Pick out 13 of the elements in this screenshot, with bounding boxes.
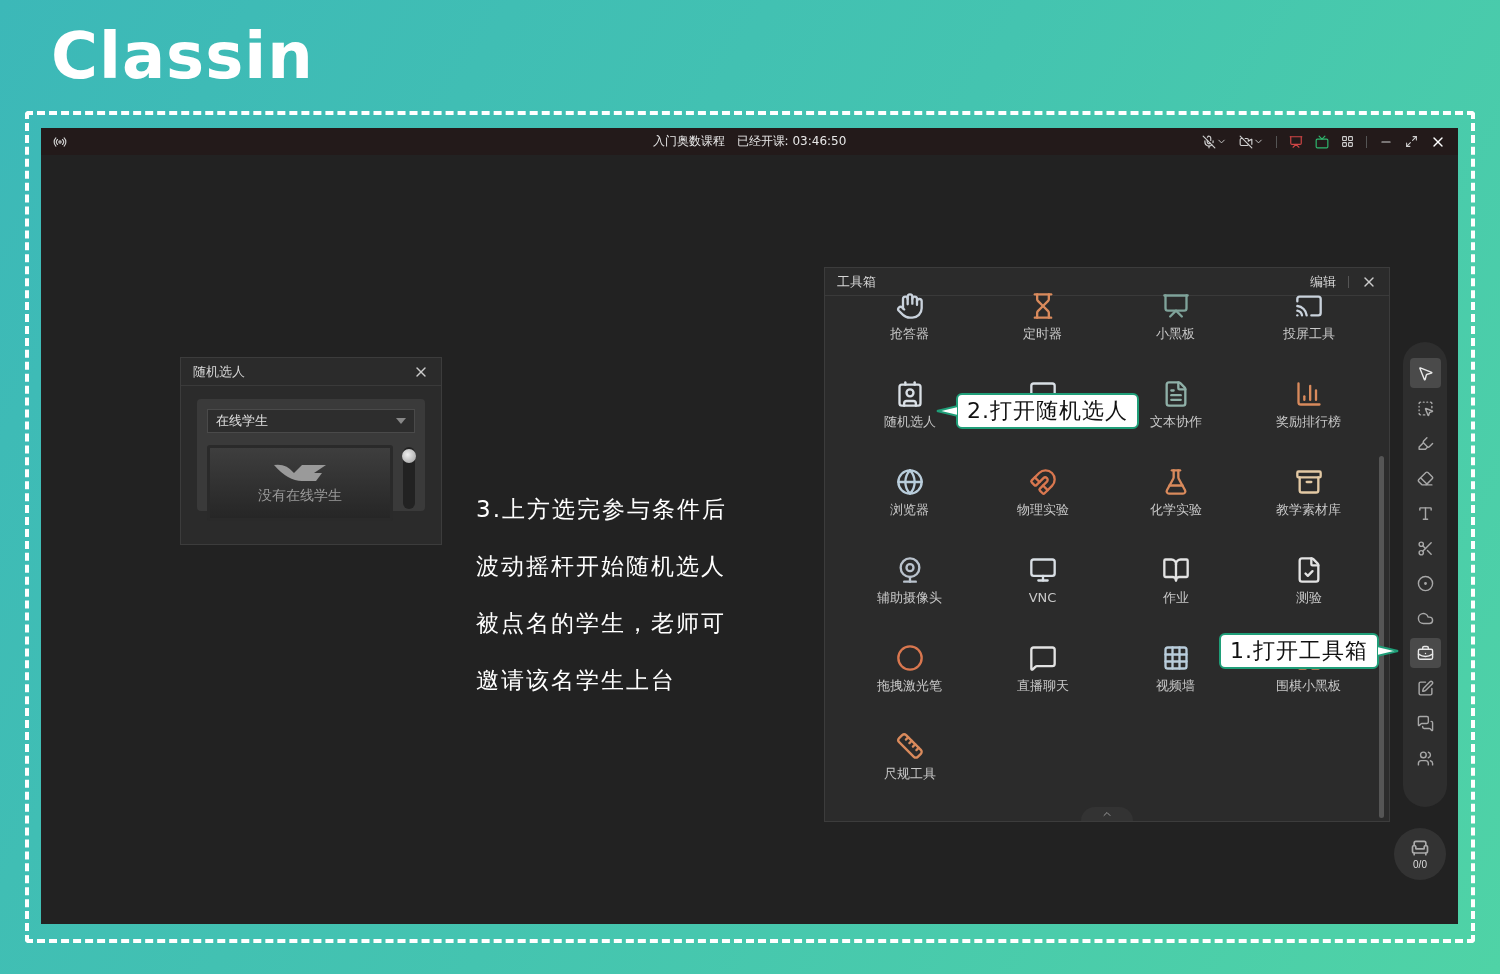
logo: Classin — [51, 18, 314, 93]
class-timer: 已经开课: 03:46:50 — [736, 133, 847, 150]
instruction-text: 波动摇杆开始随机选人 — [476, 552, 727, 581]
display-text: 没有在线学生 — [258, 487, 342, 505]
window-title: 入门奥数课程 — [652, 133, 725, 150]
seat-count: 0/0 — [1413, 859, 1427, 870]
instruction-text: 邀请该名学生上台 — [476, 666, 677, 695]
instruction-text: 被点名的学生，老师可 — [476, 609, 727, 638]
panel-title: 工具箱 — [837, 272, 876, 291]
callout-tooltip: 2.打开随机选人 — [956, 393, 1139, 429]
panel-title: 随机选人 — [193, 362, 245, 381]
callout-tooltip: 1.打开工具箱 — [1219, 633, 1379, 669]
instruction-text: 3.上方选完参与条件后 — [476, 495, 727, 524]
